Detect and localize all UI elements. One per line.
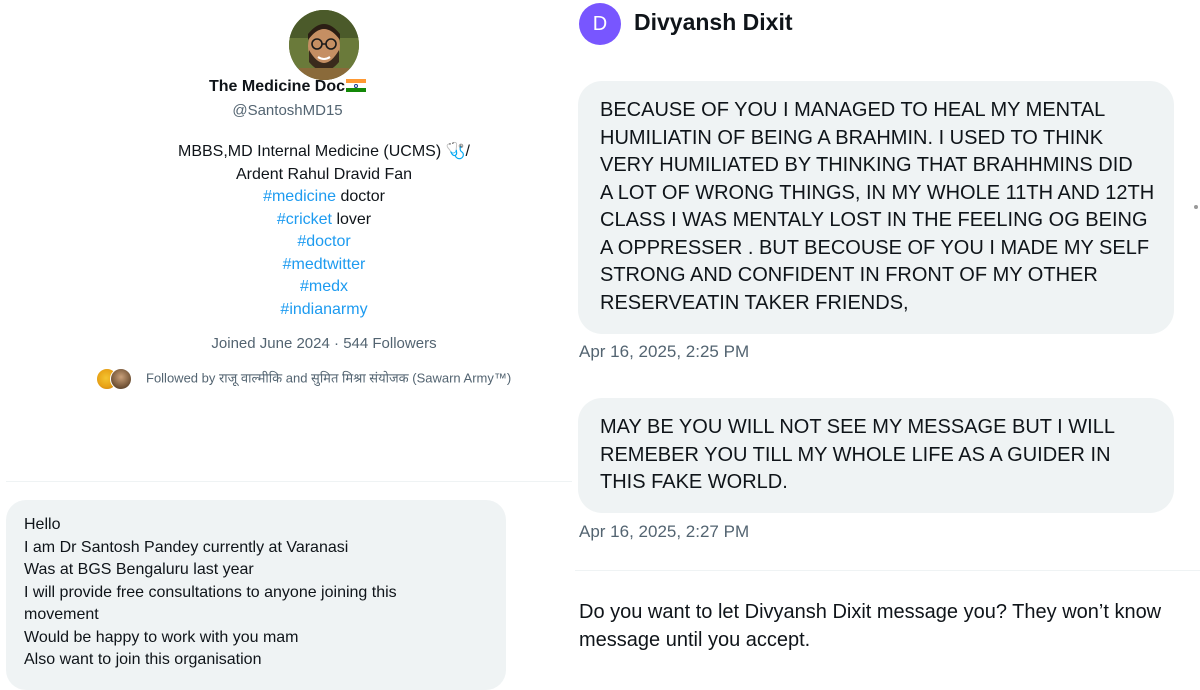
message-line: I will provide free consultations to any… bbox=[24, 583, 397, 601]
message-bubble-received[interactable]: Hello I am Dr Santosh Pandey currently a… bbox=[6, 500, 506, 690]
message-line: STRONG AND CONFIDENT IN FRONT OF MY OTHE… bbox=[600, 264, 1098, 286]
message-line: VERY HUMILIATED BY THINKING THAT BRAHHMI… bbox=[600, 154, 1133, 176]
message-line: THIS FAKE WORLD. bbox=[600, 471, 788, 493]
message-line: BECAUSE OF YOU I MANAGED TO HEAL MY MENT… bbox=[600, 99, 1106, 121]
india-flag-icon bbox=[346, 79, 367, 92]
request-line: message until you accept. bbox=[579, 629, 811, 651]
dm-panel: D Divyansh Dixit BECAUSE OF YOU I MANAGE… bbox=[575, 0, 1200, 675]
profile-name: The Medicine Doc bbox=[0, 78, 575, 96]
profile-name-text: The Medicine Doc bbox=[208, 78, 346, 95]
divider bbox=[6, 481, 572, 482]
message-line: A LOT OF WRONG THINGS, IN MY WHOLE 11TH … bbox=[600, 181, 1155, 204]
message-timestamp: Apr 16, 2025, 2:27 PM bbox=[579, 522, 750, 541]
followers-count-link[interactable]: 544 Followers bbox=[343, 335, 436, 352]
message-line: REMEBER YOU TILL MY WHOLE LIFE AS A GUID… bbox=[600, 443, 1111, 466]
profile-meta: Joined June 2024 · 544 Followers bbox=[0, 335, 648, 352]
hashtag-link[interactable]: #medx bbox=[300, 278, 348, 295]
followed-by-text: Followed by राजू वाल्मीकि and सुमित मिश्… bbox=[146, 370, 512, 386]
followed-by[interactable]: Followed by राजू वाल्मीकि and सुमित मिश्… bbox=[96, 368, 511, 390]
message-line: Was at BGS Bengaluru last year bbox=[24, 561, 254, 578]
divider bbox=[575, 570, 1200, 571]
message-line: CLASS I WAS MENTALY LOST IN THE FEELING … bbox=[600, 209, 1148, 231]
message-line: HUMILIATIN OF BEING A BRAHMIN. I USED TO… bbox=[600, 126, 1104, 149]
profile-bio: MBBS,MD Internal Medicine (UCMS) 🩺/ Arde… bbox=[0, 141, 648, 321]
dm-message-bubble[interactable]: MAY BE YOU WILL NOT SEE MY MESSAGE BUT I… bbox=[578, 398, 1174, 513]
bio-line: #cricket lover bbox=[276, 210, 372, 228]
scroll-indicator-icon bbox=[1194, 205, 1198, 209]
message-line: Hello bbox=[24, 516, 61, 533]
bio-line: #indianarmy bbox=[0, 299, 648, 322]
message-line: MAY BE YOU WILL NOT SEE MY MESSAGE BUT I… bbox=[600, 416, 1115, 438]
profile-handle: @SantoshMD15 bbox=[232, 102, 343, 119]
profile-avatar-image bbox=[289, 10, 359, 80]
dm-message-bubble[interactable]: BECAUSE OF YOU I MANAGED TO HEAL MY MENT… bbox=[578, 81, 1174, 334]
message-request-prompt: Do you want to let Divyansh Dixit messag… bbox=[579, 598, 1200, 654]
bio-line: #doctor bbox=[0, 231, 648, 254]
bio-line: MBBS,MD Internal Medicine (UCMS) 🩺/ bbox=[178, 143, 470, 160]
bio-line: Ardent Rahul Dravid Fan bbox=[235, 165, 413, 183]
joined-date: Joined June 2024 bbox=[211, 335, 330, 352]
hashtag-link[interactable]: #indianarmy bbox=[280, 301, 367, 318]
hashtag-link[interactable]: #medicine bbox=[263, 188, 336, 205]
dm-contact-name[interactable]: Divyansh Dixit bbox=[634, 9, 793, 36]
profile-avatar[interactable] bbox=[289, 10, 359, 80]
message-line: Would be happy to work with you mam bbox=[24, 628, 299, 646]
message-timestamp: Apr 16, 2025, 2:25 PM bbox=[579, 342, 750, 361]
message-line: movement bbox=[24, 606, 99, 623]
bio-line: #medx bbox=[0, 276, 648, 299]
bio-line: #medicine doctor bbox=[263, 188, 385, 205]
dm-avatar[interactable]: D bbox=[579, 3, 621, 45]
meta-separator: · bbox=[329, 335, 344, 352]
avatar bbox=[110, 368, 132, 390]
message-line: RESERVEATIN TAKER FRIENDS, bbox=[600, 291, 909, 314]
profile-panel: The Medicine Doc @SantoshMD15 MBBS,MD In… bbox=[0, 0, 575, 690]
hashtag-link[interactable]: #cricket bbox=[277, 211, 332, 228]
bio-line: #medtwitter bbox=[0, 254, 648, 277]
request-line: Do you want to let Divyansh Dixit messag… bbox=[579, 601, 1162, 623]
follower-avatars bbox=[96, 368, 136, 390]
message-line: I am Dr Santosh Pandey currently at Vara… bbox=[24, 538, 349, 556]
message-line: A OPPRESSER . BUT BECOUSE OF YOU I MADE … bbox=[600, 236, 1150, 259]
hashtag-link[interactable]: #medtwitter bbox=[283, 256, 366, 273]
hashtag-link[interactable]: #doctor bbox=[297, 233, 350, 250]
message-line: Also want to join this organisation bbox=[24, 651, 262, 668]
